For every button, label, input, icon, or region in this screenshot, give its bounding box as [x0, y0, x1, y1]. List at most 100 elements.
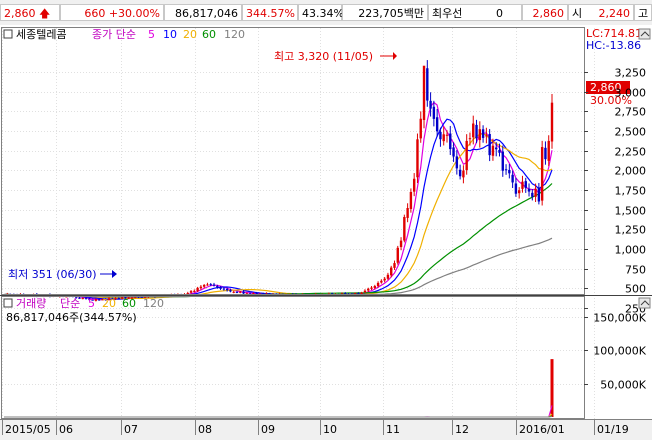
time-tick-label: 2015/05: [5, 423, 51, 436]
uptick-label: 최우선: [432, 7, 462, 20]
time-tick-label: 06: [59, 423, 73, 436]
time-tick-label: 11: [386, 423, 400, 436]
time-tick-label: 07: [124, 423, 138, 436]
candle-body: [423, 66, 425, 120]
candle-body: [515, 183, 517, 193]
ma-10-label: 10: [163, 28, 177, 41]
volume-ma-120-line: [4, 417, 552, 418]
volume-tick-label: 100,000K: [593, 345, 646, 358]
price-tick-label: 750: [625, 264, 646, 277]
price-tick-label: 2,750: [615, 106, 647, 119]
candle-body: [223, 289, 225, 290]
open-cell: 시 2,240: [568, 4, 634, 21]
candle-body: [118, 298, 120, 299]
price2-cell: 2,860: [522, 4, 568, 21]
price-legend: 세종텔레콤 종가 단순 5 10 20 60 120: [4, 28, 245, 41]
current-price: 2,860: [4, 7, 36, 20]
candle-body: [206, 284, 208, 285]
candle-body: [479, 129, 481, 140]
candle-body: [203, 285, 205, 287]
candle-body: [538, 187, 540, 201]
stock-chart[interactable]: 세종텔레콤 종가 단순 5 10 20 60 120 LC:714.81 HC:…: [0, 25, 652, 440]
candle-body: [531, 193, 533, 197]
ma-5-label: 5: [148, 28, 155, 41]
candle-body: [377, 283, 379, 286]
candle-body: [196, 288, 198, 291]
candle-body: [233, 292, 235, 293]
price-tick-label: 2,250: [615, 146, 647, 159]
candle-body: [216, 286, 218, 287]
up-arrow-icon: 🡅: [39, 7, 50, 20]
volume-value: 86,817,046: [175, 7, 238, 20]
stock-name[interactable]: 세종텔레콤: [16, 28, 67, 41]
current-price-cell: 2,860 🡅: [0, 4, 60, 21]
candle-body: [452, 147, 454, 156]
volume-title[interactable]: 거래량: [16, 297, 46, 310]
candle-body: [525, 181, 527, 188]
candle-body: [85, 298, 87, 299]
candle-body: [528, 189, 530, 192]
candle-body: [443, 134, 445, 141]
turnover-cell: 43.34%: [298, 4, 342, 21]
candle-body: [469, 138, 471, 139]
volume-rate-cell: 344.57%: [242, 4, 298, 21]
ma-title: 종가 단순: [92, 28, 136, 41]
candle-body: [236, 292, 238, 293]
open-label: 시: [572, 7, 582, 20]
candle-body: [367, 289, 369, 291]
ma-60-label: 60: [202, 28, 216, 41]
price-tick-label: 3,000: [615, 87, 647, 100]
candle-body: [413, 179, 415, 192]
candle-body: [459, 170, 461, 176]
ma-20-label: 20: [183, 28, 197, 41]
low-annotation-text: 최저 351 (06/30): [8, 268, 97, 281]
candle-body: [508, 170, 510, 173]
candle-body: [400, 241, 402, 247]
candle-body: [213, 285, 215, 286]
candle-body: [229, 290, 231, 291]
high-annotation-text: 최고 3,320 (11/05): [274, 50, 373, 63]
candle-body: [551, 103, 553, 142]
candle-body: [465, 141, 467, 170]
chart-area[interactable]: 세종텔레콤 종가 단순 5 10 20 60 120 LC:714.81 HC:…: [0, 25, 652, 440]
price-tick-label: 2,500: [615, 126, 647, 139]
candle-body: [439, 132, 441, 139]
amount-cell: 223,705백만: [342, 4, 428, 21]
candle-body: [534, 189, 536, 197]
time-tick-label: 2016/01: [519, 423, 565, 436]
change-value: 660: [84, 7, 105, 20]
candle-body: [498, 150, 500, 153]
candle-body: [242, 291, 244, 293]
candle-body: [410, 192, 412, 209]
time-tick-label: 12: [455, 423, 469, 436]
candle-body: [475, 125, 477, 138]
candle-body: [98, 299, 100, 300]
candle-body: [370, 288, 372, 289]
volume-ma-title: 단순: [60, 297, 80, 310]
volume-rate: 344.57%: [246, 7, 295, 20]
price-tick-label: 2,000: [615, 165, 647, 178]
candle-body: [426, 68, 428, 100]
candle-body: [187, 293, 189, 294]
high-label: 고: [638, 7, 648, 20]
candle-body: [449, 134, 451, 150]
candle-body: [505, 169, 507, 170]
candle-body: [239, 292, 241, 293]
uptick-value: 0: [496, 5, 503, 22]
candle-body: [521, 182, 523, 189]
time-tick-label: 09: [261, 423, 275, 436]
candle-body: [193, 291, 195, 292]
candle-body: [548, 141, 550, 161]
candle-body: [360, 293, 362, 294]
current-volume-text: 86,817,046주(344.57%): [6, 311, 137, 324]
price-tick-label: 500: [625, 283, 646, 296]
vol-ma-60-label: 60: [122, 297, 136, 310]
candle-body: [541, 147, 543, 201]
price-info-bar: 2,860 🡅 660 +30.00% 86,817,046 344.57% 4…: [0, 0, 652, 26]
volume-panel-close-button[interactable]: [639, 298, 650, 308]
candle-body: [436, 117, 438, 131]
ma-120-label: 120: [224, 28, 245, 41]
price-panel-close-button[interactable]: [639, 29, 650, 39]
candle-body: [462, 171, 464, 178]
candle-body: [518, 190, 520, 193]
